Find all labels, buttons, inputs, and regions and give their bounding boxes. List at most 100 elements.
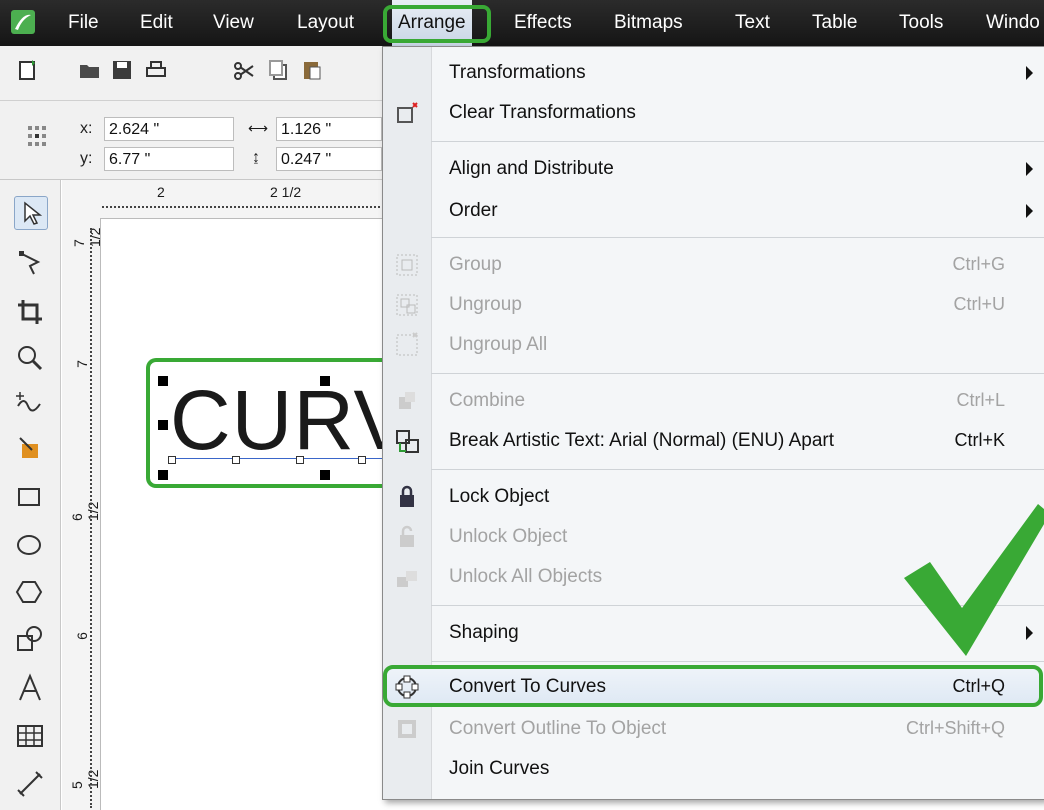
menu-item-shortcut: Ctrl+Shift+Q <box>905 718 1005 738</box>
copy-icon[interactable] <box>266 58 290 82</box>
menu-item-label: Lock Object <box>449 486 550 507</box>
horizontal-ruler: 2 2 1/2 <box>62 180 392 219</box>
menu-separator <box>431 141 1044 142</box>
menu-item-shortcut: Ctrl+G <box>952 254 1005 274</box>
menu-layout[interactable]: Layout <box>297 0 354 46</box>
arrange-dropdown-menu: Transformations Clear Transformations Al… <box>382 46 1044 800</box>
menu-table[interactable]: Table <box>812 0 857 46</box>
menu-item-label: Clear Transformations <box>449 102 636 123</box>
height-input[interactable]: 0.247 " <box>276 147 382 171</box>
width-input[interactable]: 1.126 " <box>276 117 382 141</box>
pointer-icon <box>24 201 43 225</box>
menu-item-label: Convert To Curves <box>449 676 606 697</box>
menu-tools[interactable]: Tools <box>899 0 943 46</box>
text-highlight-frame <box>146 358 402 488</box>
menu-view[interactable]: View <box>213 0 254 46</box>
break-apart-icon <box>396 430 419 453</box>
cut-icon[interactable] <box>232 58 256 82</box>
crop-tool-icon[interactable] <box>14 296 46 328</box>
save-icon[interactable] <box>110 58 134 82</box>
menu-item-label: Unlock All Objects <box>449 566 603 587</box>
ruler-tick-6: 6 <box>73 632 90 640</box>
open-folder-icon[interactable] <box>78 58 102 82</box>
combine-icon <box>399 392 415 409</box>
menu-item-break-apart[interactable]: Break Artistic Text: Arial (Normal) (ENU… <box>383 421 1044 461</box>
print-icon[interactable] <box>144 58 168 82</box>
menu-window[interactable]: Windo <box>986 0 1040 46</box>
vertical-ruler: 7 1/2 7 6 1/2 6 5 1/2 <box>62 218 103 810</box>
freehand-tool-icon[interactable] <box>14 386 46 418</box>
text-tool-icon[interactable] <box>14 672 46 704</box>
x-position-input[interactable]: 2.624 " <box>104 117 234 141</box>
menu-item-clear-transformations[interactable]: Clear Transformations <box>383 93 1044 133</box>
ungroup-icon <box>396 294 418 316</box>
menu-item-label: Unlock Object <box>449 526 568 547</box>
ruler-tick-2-half: 2 1/2 <box>270 184 302 200</box>
polygon-tool-icon[interactable] <box>14 576 46 608</box>
ruler-dots-vertical <box>90 228 92 808</box>
ruler-tick-7: 7 <box>73 360 90 368</box>
menu-separator <box>431 373 1044 374</box>
submenu-arrow-icon <box>1026 66 1033 80</box>
unlock-icon <box>400 525 414 547</box>
menu-item-group[interactable]: Group Ctrl+G <box>383 245 1044 285</box>
unlock-all-icon <box>397 571 417 587</box>
clear-transformations-icon <box>397 102 418 123</box>
paste-icon[interactable] <box>300 58 324 82</box>
zoom-tool-icon[interactable] <box>14 342 46 374</box>
drawing-canvas[interactable] <box>101 219 392 810</box>
ruler-dots <box>102 206 392 208</box>
ruler-tick-7-half: 7 1/2 <box>71 227 103 247</box>
menu-item-label: Join Curves <box>449 758 550 779</box>
menu-separator <box>431 661 1044 662</box>
menu-item-combine[interactable]: Combine Ctrl+L <box>383 381 1044 421</box>
pick-tool[interactable] <box>14 196 48 230</box>
coreldraw-logo-icon <box>11 10 35 34</box>
submenu-arrow-icon <box>1026 162 1033 176</box>
shape-tool-icon[interactable] <box>14 246 46 278</box>
menu-item-convert-outline[interactable]: Convert Outline To Object Ctrl+Shift+Q <box>383 709 1044 749</box>
menu-item-label: Group <box>449 254 502 275</box>
dimension-tool-icon[interactable] <box>14 768 46 800</box>
width-icon: ⟷ <box>248 120 269 136</box>
table-tool-icon[interactable] <box>14 720 46 752</box>
new-document-icon[interactable] <box>16 58 40 82</box>
basic-shapes-tool-icon[interactable] <box>14 624 46 656</box>
y-label: y: <box>80 150 93 167</box>
menu-item-label: Ungroup All <box>449 334 548 355</box>
menu-item-align-distribute[interactable]: Align and Distribute <box>383 149 1044 189</box>
menu-text[interactable]: Text <box>735 0 770 46</box>
menu-item-label: Break Artistic Text: Arial (Normal) (ENU… <box>449 430 835 451</box>
menu-item-order[interactable]: Order <box>383 191 1044 231</box>
menu-file[interactable]: File <box>68 0 99 46</box>
menu-item-shortcut: Ctrl+L <box>956 390 1005 410</box>
checkmark-icon <box>904 504 1044 656</box>
height-icon: ↨ <box>252 149 260 166</box>
menu-separator <box>431 469 1044 470</box>
menu-bitmaps[interactable]: Bitmaps <box>614 0 683 46</box>
menu-item-shortcut: Ctrl+K <box>954 430 1005 450</box>
standard-toolbar <box>0 46 392 101</box>
menu-item-transformations[interactable]: Transformations <box>383 53 1044 93</box>
x-label: x: <box>80 120 93 137</box>
y-position-input[interactable]: 6.77 " <box>104 147 234 171</box>
menu-item-ungroup-all[interactable]: Ungroup All <box>383 325 1044 365</box>
menu-effects[interactable]: Effects <box>514 0 572 46</box>
convert-to-curves-icon <box>395 675 419 699</box>
ungroup-all-icon <box>396 332 418 356</box>
object-origin-icon[interactable] <box>26 122 48 152</box>
ruler-tick-5-half: 5 1/2 <box>69 769 101 789</box>
menu-edit[interactable]: Edit <box>140 0 173 46</box>
menu-item-join-curves[interactable]: Join Curves <box>383 749 1044 789</box>
menu-item-shortcut: Ctrl+U <box>953 294 1005 314</box>
menu-item-ungroup[interactable]: Ungroup Ctrl+U <box>383 285 1044 325</box>
menu-bar: File Edit View Layout Arrange Effects Bi… <box>0 0 1044 46</box>
menu-item-label: Order <box>449 200 498 221</box>
rectangle-tool-icon[interactable] <box>14 482 46 514</box>
ellipse-tool-icon[interactable] <box>14 530 46 562</box>
smart-fill-tool-icon[interactable] <box>14 432 46 464</box>
lock-icon <box>400 485 414 507</box>
menu-item-convert-to-curves[interactable]: Convert To Curves Ctrl+Q <box>383 667 1044 707</box>
toolbox <box>0 180 61 810</box>
menu-item-shortcut: Ctrl+Q <box>952 676 1005 696</box>
